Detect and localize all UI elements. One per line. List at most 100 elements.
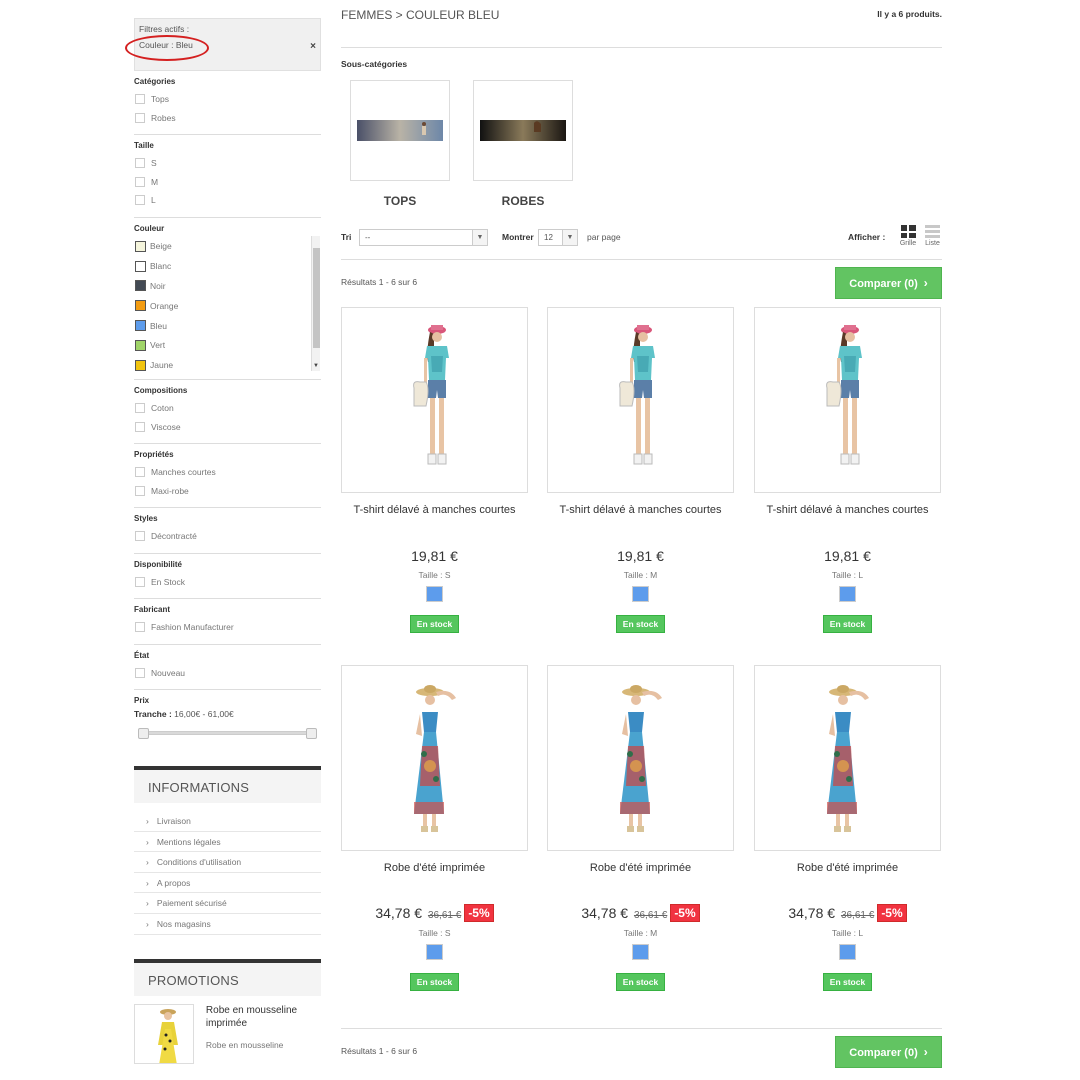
color-swatch[interactable] [135,339,146,351]
filter-option[interactable]: Fashion Manufacturer [134,618,321,637]
product-card[interactable]: Robe d'été imprimée 34,78 € 36,61 € -5% Tai… [754,665,941,991]
filter-option[interactable]: Décontracté [134,527,321,546]
product-card[interactable]: Robe d'été imprimée 34,78 € 36,61 € -5% Tai… [547,665,734,991]
checkbox[interactable] [135,94,145,105]
per-page-select[interactable]: 12 ▼ [538,229,578,246]
product-name[interactable]: Robe d'été imprimée [547,860,734,892]
color-swatch[interactable] [135,260,146,272]
checkbox[interactable] [135,531,145,542]
view-list-button[interactable]: Liste [923,225,942,247]
info-link[interactable]: › Livraison [134,811,321,832]
color-swatch[interactable] [135,300,146,312]
product-image[interactable] [341,307,528,493]
stock-badge: En stock [822,973,873,991]
checkbox[interactable] [135,403,145,414]
info-link[interactable]: › Nos magasins [134,914,321,935]
chevron-down-icon[interactable]: ▼ [472,230,487,245]
color-swatch[interactable] [135,359,146,371]
scrollbar-thumb[interactable] [313,247,320,348]
filter-prix: Prix Tranche : 16,00€ - 61,00€ [134,690,321,745]
filter-option[interactable]: Nouveau [134,664,321,683]
filter-option[interactable]: Maxi-robe [134,482,321,501]
filter-option[interactable]: Tops [134,90,321,109]
filter-option[interactable]: Viscose [134,418,321,437]
filter-title: Styles [134,514,158,524]
info-link[interactable]: › Conditions d'utilisation [134,852,321,873]
product-name[interactable]: T-shirt délavé à manches courtes [341,502,528,534]
color-swatch[interactable] [135,280,146,292]
checkbox[interactable] [135,576,145,587]
product-name[interactable]: Robe d'été imprimée [341,860,528,892]
filter-option[interactable]: Robes [134,109,321,128]
color-option[interactable]: Blanc [134,256,321,276]
promo-name[interactable]: Robe en mousseline imprimée [206,1004,321,1030]
view-grid-button[interactable]: Grille [898,225,918,247]
slider-max-handle[interactable] [306,728,317,740]
chevron-down-icon[interactable]: ▼ [562,230,577,245]
info-link[interactable]: › Paiement sécurisé [134,893,321,915]
scroll-down-icon[interactable]: ▼ [313,363,319,369]
slider-min-handle[interactable] [138,728,149,740]
compare-button-bottom[interactable]: Comparer (0) › [835,1036,942,1068]
product-image[interactable] [341,665,528,851]
product-image[interactable] [547,665,734,851]
color-swatch[interactable] [838,585,857,603]
color-option[interactable]: Orange [134,296,321,316]
color-swatch[interactable] [135,240,146,252]
slider-track[interactable] [138,731,317,736]
product-size: Taille : M [623,928,658,938]
sort-select[interactable]: -- ▼ [359,229,488,246]
option-label: Robes [151,112,176,123]
color-option[interactable]: Vert [134,335,321,355]
subcategory-image[interactable] [350,80,450,181]
product-card[interactable]: Robe d'été imprimée 34,78 € 36,61 € -5% Tai… [341,665,528,991]
filter-option[interactable]: Manches courtes [134,463,321,482]
checkbox[interactable] [135,467,145,478]
info-link[interactable]: › A propos [134,873,321,894]
checkbox[interactable] [135,176,145,187]
color-option[interactable]: Noir [134,276,321,296]
color-swatch[interactable] [631,585,650,603]
color-swatch[interactable] [425,585,444,603]
checkbox[interactable] [135,485,145,496]
product-image[interactable] [754,665,941,851]
filter-option[interactable]: M [134,173,321,192]
subcategory-robes[interactable]: ROBES [473,80,573,208]
product-image[interactable] [754,307,941,493]
filter-option[interactable]: S [134,154,321,173]
filter-option[interactable]: L [134,191,321,210]
color-option[interactable]: Beige [134,237,321,257]
color-scrollbar[interactable]: ▼ [311,235,320,371]
checkbox[interactable] [135,112,145,123]
subcategory-label[interactable]: TOPS [350,194,450,208]
subcategory-image[interactable] [473,80,573,181]
product-name[interactable]: Robe d'été imprimée [754,860,941,892]
promo-item[interactable]: Robe en mousseline imprimée Robe en mous… [134,1003,321,1064]
subcategory-label[interactable]: ROBES [473,194,573,208]
filter-option[interactable]: En Stock [134,573,321,592]
product-name[interactable]: T-shirt délavé à manches courtes [547,502,734,534]
checkbox[interactable] [135,667,145,678]
subcategory-tops[interactable]: TOPS [350,80,450,208]
product-image[interactable] [547,307,734,493]
color-swatch[interactable] [425,943,444,961]
product-name[interactable]: T-shirt délavé à manches courtes [754,502,941,534]
color-option[interactable]: Bleu [134,316,321,336]
filter-option[interactable]: Coton [134,399,321,418]
checkbox[interactable] [135,158,145,169]
color-swatch[interactable] [135,320,146,332]
info-link[interactable]: › Mentions légales [134,832,321,853]
checkbox[interactable] [135,195,145,206]
color-option[interactable]: Jaune [134,355,321,375]
color-swatch[interactable] [838,943,857,961]
product-card[interactable]: T-shirt délavé à manches courtes 19,81 € T… [547,307,734,633]
checkbox[interactable] [135,622,145,633]
promo-image[interactable] [134,1003,194,1064]
checkbox[interactable] [135,421,145,432]
remove-filter-icon[interactable]: × [310,41,316,52]
color-swatch[interactable] [631,943,650,961]
compare-button[interactable]: Comparer (0) › [835,267,942,299]
product-card[interactable]: T-shirt délavé à manches courtes 19,81 € T… [754,307,941,633]
price-slider[interactable] [138,728,317,740]
product-card[interactable]: T-shirt délavé à manches courtes 19,81 € T… [341,307,528,633]
